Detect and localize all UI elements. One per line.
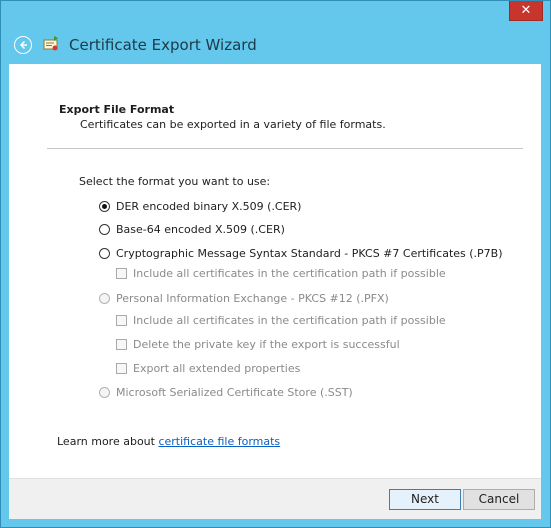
option-sst: Microsoft Serialized Certificate Store (… (99, 386, 353, 399)
option-label: Cryptographic Message Syntax Standard - … (116, 247, 503, 260)
option-label: Base-64 encoded X.509 (.CER) (116, 223, 285, 236)
wizard-content: Export File Format Certificates can be e… (9, 64, 541, 478)
checkbox (116, 363, 127, 374)
checkbox (116, 339, 127, 350)
checkbox (116, 268, 127, 279)
checkbox-label: Export all extended properties (133, 362, 301, 375)
option-base64[interactable]: Base-64 encoded X.509 (.CER) (99, 223, 285, 236)
checkbox-pfx-extended-props: Export all extended properties (116, 362, 300, 375)
checkbox-label: Include all certificates in the certific… (133, 314, 446, 327)
learn-more-text: Learn more about (57, 435, 159, 448)
section-title: Export File Format (59, 103, 175, 116)
divider (47, 148, 523, 149)
radio-button (99, 387, 110, 398)
radio-button[interactable] (99, 201, 110, 212)
close-icon: ✕ (520, 3, 532, 18)
checkbox-label: Delete the private key if the export is … (133, 338, 400, 351)
window-title: Certificate Export Wizard (69, 36, 257, 54)
certificate-icon (43, 36, 58, 51)
back-arrow-icon (19, 40, 27, 50)
wizard-header: Certificate Export Wizard (9, 31, 529, 61)
option-label: Microsoft Serialized Certificate Store (… (116, 386, 353, 399)
radio-button (99, 293, 110, 304)
checkbox (116, 315, 127, 326)
back-button[interactable] (14, 36, 32, 54)
certificate-formats-link[interactable]: certificate file formats (158, 435, 280, 448)
checkbox-p7b-include-path: Include all certificates in the certific… (116, 267, 446, 280)
checkbox-pfx-include-path: Include all certificates in the certific… (116, 314, 446, 327)
wizard-footer: Next Cancel (9, 478, 541, 519)
learn-more: Learn more about certificate file format… (57, 435, 280, 448)
checkbox-label: Include all certificates in the certific… (133, 267, 446, 280)
close-button[interactable]: ✕ (509, 1, 543, 21)
next-button[interactable]: Next (389, 489, 461, 510)
option-p7b[interactable]: Cryptographic Message Syntax Standard - … (99, 247, 503, 260)
checkbox-pfx-delete-key: Delete the private key if the export is … (116, 338, 400, 351)
option-der[interactable]: DER encoded binary X.509 (.CER) (99, 200, 301, 213)
format-prompt: Select the format you want to use: (79, 175, 271, 188)
section-description: Certificates can be exported in a variet… (80, 118, 386, 131)
option-pfx: Personal Information Exchange - PKCS #12… (99, 292, 389, 305)
wizard-window: ✕ Certificate Export Wizard Export File … (0, 0, 551, 528)
radio-button[interactable] (99, 224, 110, 235)
option-label: Personal Information Exchange - PKCS #12… (116, 292, 389, 305)
radio-button[interactable] (99, 248, 110, 259)
option-label: DER encoded binary X.509 (.CER) (116, 200, 302, 213)
cancel-button[interactable]: Cancel (463, 489, 535, 510)
